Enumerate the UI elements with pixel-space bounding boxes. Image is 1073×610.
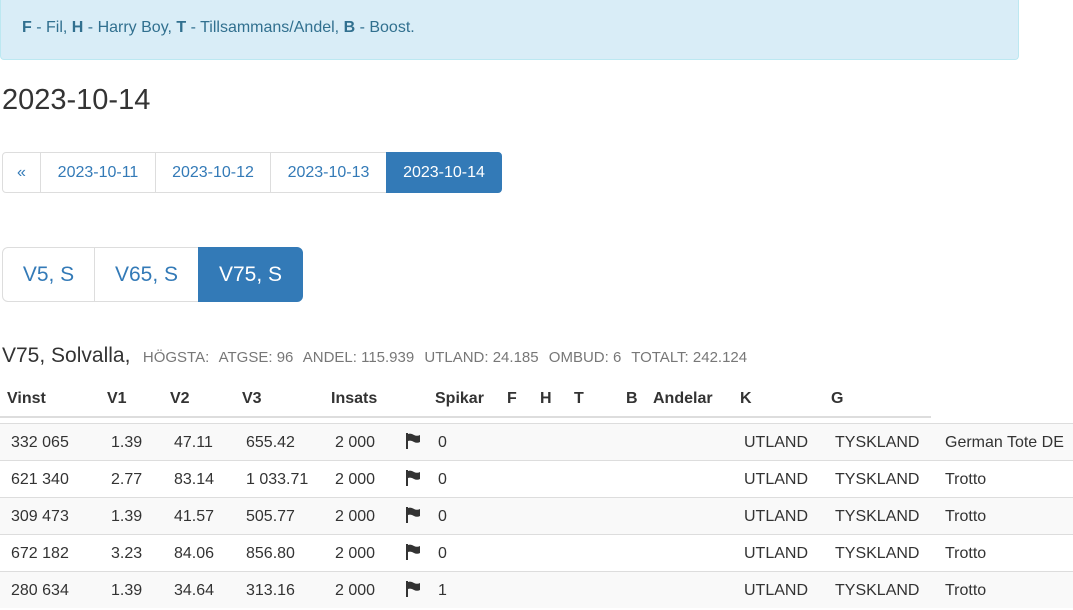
race-stats: HÖGSTA: ATGSE: 96 ANDEL: 115.939 UTLAND:… <box>143 349 753 366</box>
cell-vinst: 332 065 <box>11 434 69 451</box>
stat-hogsta: HÖGSTA: <box>142 349 210 366</box>
cell-v2: 34.64 <box>174 582 215 599</box>
cell-g: TYSKLAND <box>835 508 920 525</box>
cell-spikar: 0 <box>438 545 447 562</box>
stat-ombud: OMBUD: 6 <box>548 349 622 366</box>
date-pagination: « 2023-10-11 2023-10-12 2023-10-13 2023-… <box>2 152 502 193</box>
cell-spikar: 1 <box>438 582 447 599</box>
col-f[interactable]: F <box>507 390 517 408</box>
table-row[interactable]: 672 182 3.23 84.06 856.80 2 000 0 UTLAND… <box>0 534 1073 571</box>
cell-operator: Trotto <box>945 582 987 599</box>
race-heading: V75, Solvalla, HÖGSTA: ATGSE: 96 ANDEL: … <box>2 344 753 368</box>
cell-k: UTLAND <box>744 545 809 562</box>
cell-operator: Trotto <box>945 545 987 562</box>
cell-operator: Trotto <box>945 471 987 488</box>
cell-v2: 83.14 <box>174 471 215 488</box>
race-name: V75, Solvalla, <box>2 344 131 367</box>
cell-insats: 2 000 <box>335 582 376 599</box>
page-title: 2023-10-14 <box>2 84 151 116</box>
stat-atgse: ATGSE: 96 <box>218 349 294 366</box>
cell-insats: 2 000 <box>335 434 376 451</box>
cell-v2: 41.57 <box>174 508 215 525</box>
game-tab-v75[interactable]: V75, S <box>198 247 303 302</box>
cell-k: UTLAND <box>744 471 809 488</box>
cell-v1: 1.39 <box>111 508 143 525</box>
cell-g: TYSKLAND <box>835 582 920 599</box>
legend-key-f: F <box>22 19 32 36</box>
cell-v1: 1.39 <box>111 582 143 599</box>
cell-g: TYSKLAND <box>835 471 920 488</box>
cell-spikar: 0 <box>438 508 447 525</box>
cell-v3: 1 033.71 <box>246 471 309 488</box>
pager-date-2023-10-13[interactable]: 2023-10-13 <box>270 152 387 193</box>
cell-vinst: 280 634 <box>11 582 69 599</box>
cell-insats: 2 000 <box>335 508 376 525</box>
game-tab-v65[interactable]: V65, S <box>94 247 199 302</box>
col-h[interactable]: H <box>540 390 552 408</box>
col-v3[interactable]: V3 <box>242 390 262 408</box>
pager-prev-button[interactable]: « <box>2 152 41 193</box>
col-g[interactable]: G <box>831 390 843 408</box>
cell-v1: 2.77 <box>111 471 143 488</box>
cell-spikar: 0 <box>438 434 447 451</box>
col-v2[interactable]: V2 <box>170 390 190 408</box>
cell-k: UTLAND <box>744 582 809 599</box>
col-v1[interactable]: V1 <box>107 390 127 408</box>
cell-v1: 1.39 <box>111 434 143 451</box>
pager-date-2023-10-11[interactable]: 2023-10-11 <box>40 152 156 193</box>
pager-date-2023-10-14[interactable]: 2023-10-14 <box>386 152 502 193</box>
stat-totalt: TOTALT: 242.124 <box>631 349 748 366</box>
cell-v1: 3.23 <box>111 545 143 562</box>
flag-icon[interactable] <box>406 544 420 560</box>
cell-vinst: 309 473 <box>11 508 69 525</box>
stat-utland: UTLAND: 24.185 <box>424 349 539 366</box>
legend-desc-h: - Harry Boy, <box>83 19 177 36</box>
cell-v2: 47.11 <box>174 434 213 451</box>
col-spikar[interactable]: Spikar <box>435 390 484 408</box>
cell-g: TYSKLAND <box>835 434 920 451</box>
col-insats[interactable]: Insats <box>331 390 377 408</box>
cell-g: TYSKLAND <box>835 545 920 562</box>
cell-vinst: 621 340 <box>11 471 69 488</box>
cell-operator: Trotto <box>945 508 987 525</box>
cell-v3: 655.42 <box>246 434 295 451</box>
table-row[interactable]: 621 340 2.77 83.14 1 033.71 2 000 0 UTLA… <box>0 460 1073 497</box>
col-vinst[interactable]: Vinst <box>7 390 46 408</box>
legend-key-t: T <box>176 19 187 36</box>
table-row[interactable]: 309 473 1.39 41.57 505.77 2 000 0 UTLAND… <box>0 497 1073 534</box>
legend-desc-f: - Fil, <box>31 19 72 36</box>
legend-key-h: H <box>71 19 84 36</box>
cell-operator: German Tote DE <box>945 434 1064 451</box>
cell-v3: 313.16 <box>246 582 295 599</box>
table-header: Vinst V1 V2 V3 Insats Spikar F H T B And… <box>0 382 931 418</box>
cell-k: UTLAND <box>744 508 809 525</box>
col-b[interactable]: B <box>626 390 638 408</box>
table-row[interactable]: 280 634 1.39 34.64 313.16 2 000 1 UTLAND… <box>0 571 1073 608</box>
cell-insats: 2 000 <box>335 545 376 562</box>
cell-v3: 856.80 <box>246 545 295 562</box>
col-t[interactable]: T <box>574 390 584 408</box>
flag-icon[interactable] <box>406 470 420 486</box>
cell-insats: 2 000 <box>335 471 376 488</box>
legend-key-b: B <box>343 19 356 36</box>
cell-vinst: 672 182 <box>11 545 69 562</box>
game-tab-v5[interactable]: V5, S <box>2 247 95 302</box>
cell-spikar: 0 <box>438 471 447 488</box>
legend-desc-t: - Tillsammans/Andel, <box>186 19 344 36</box>
cell-k: UTLAND <box>744 434 809 451</box>
legend-desc-b: - Boost. <box>355 19 415 36</box>
col-k[interactable]: K <box>740 390 752 408</box>
results-table-body: 332 065 1.39 47.11 655.42 2 000 0 UTLAND… <box>0 423 1073 608</box>
stat-andel: ANDEL: 115.939 <box>302 349 415 366</box>
cell-v3: 505.77 <box>246 508 295 525</box>
flag-icon[interactable] <box>406 433 420 449</box>
table-row[interactable]: 332 065 1.39 47.11 655.42 2 000 0 UTLAND… <box>0 423 1073 460</box>
legend-alert: F - Fil, H - Harry Boy, T - Tillsammans/… <box>0 0 1019 60</box>
pager-date-2023-10-12[interactable]: 2023-10-12 <box>155 152 271 193</box>
col-andelar[interactable]: Andelar <box>653 390 713 408</box>
game-tabs: V5, S V65, S V75, S <box>2 247 303 302</box>
cell-v2: 84.06 <box>174 545 215 562</box>
flag-icon[interactable] <box>406 507 420 523</box>
flag-icon[interactable] <box>406 581 420 597</box>
